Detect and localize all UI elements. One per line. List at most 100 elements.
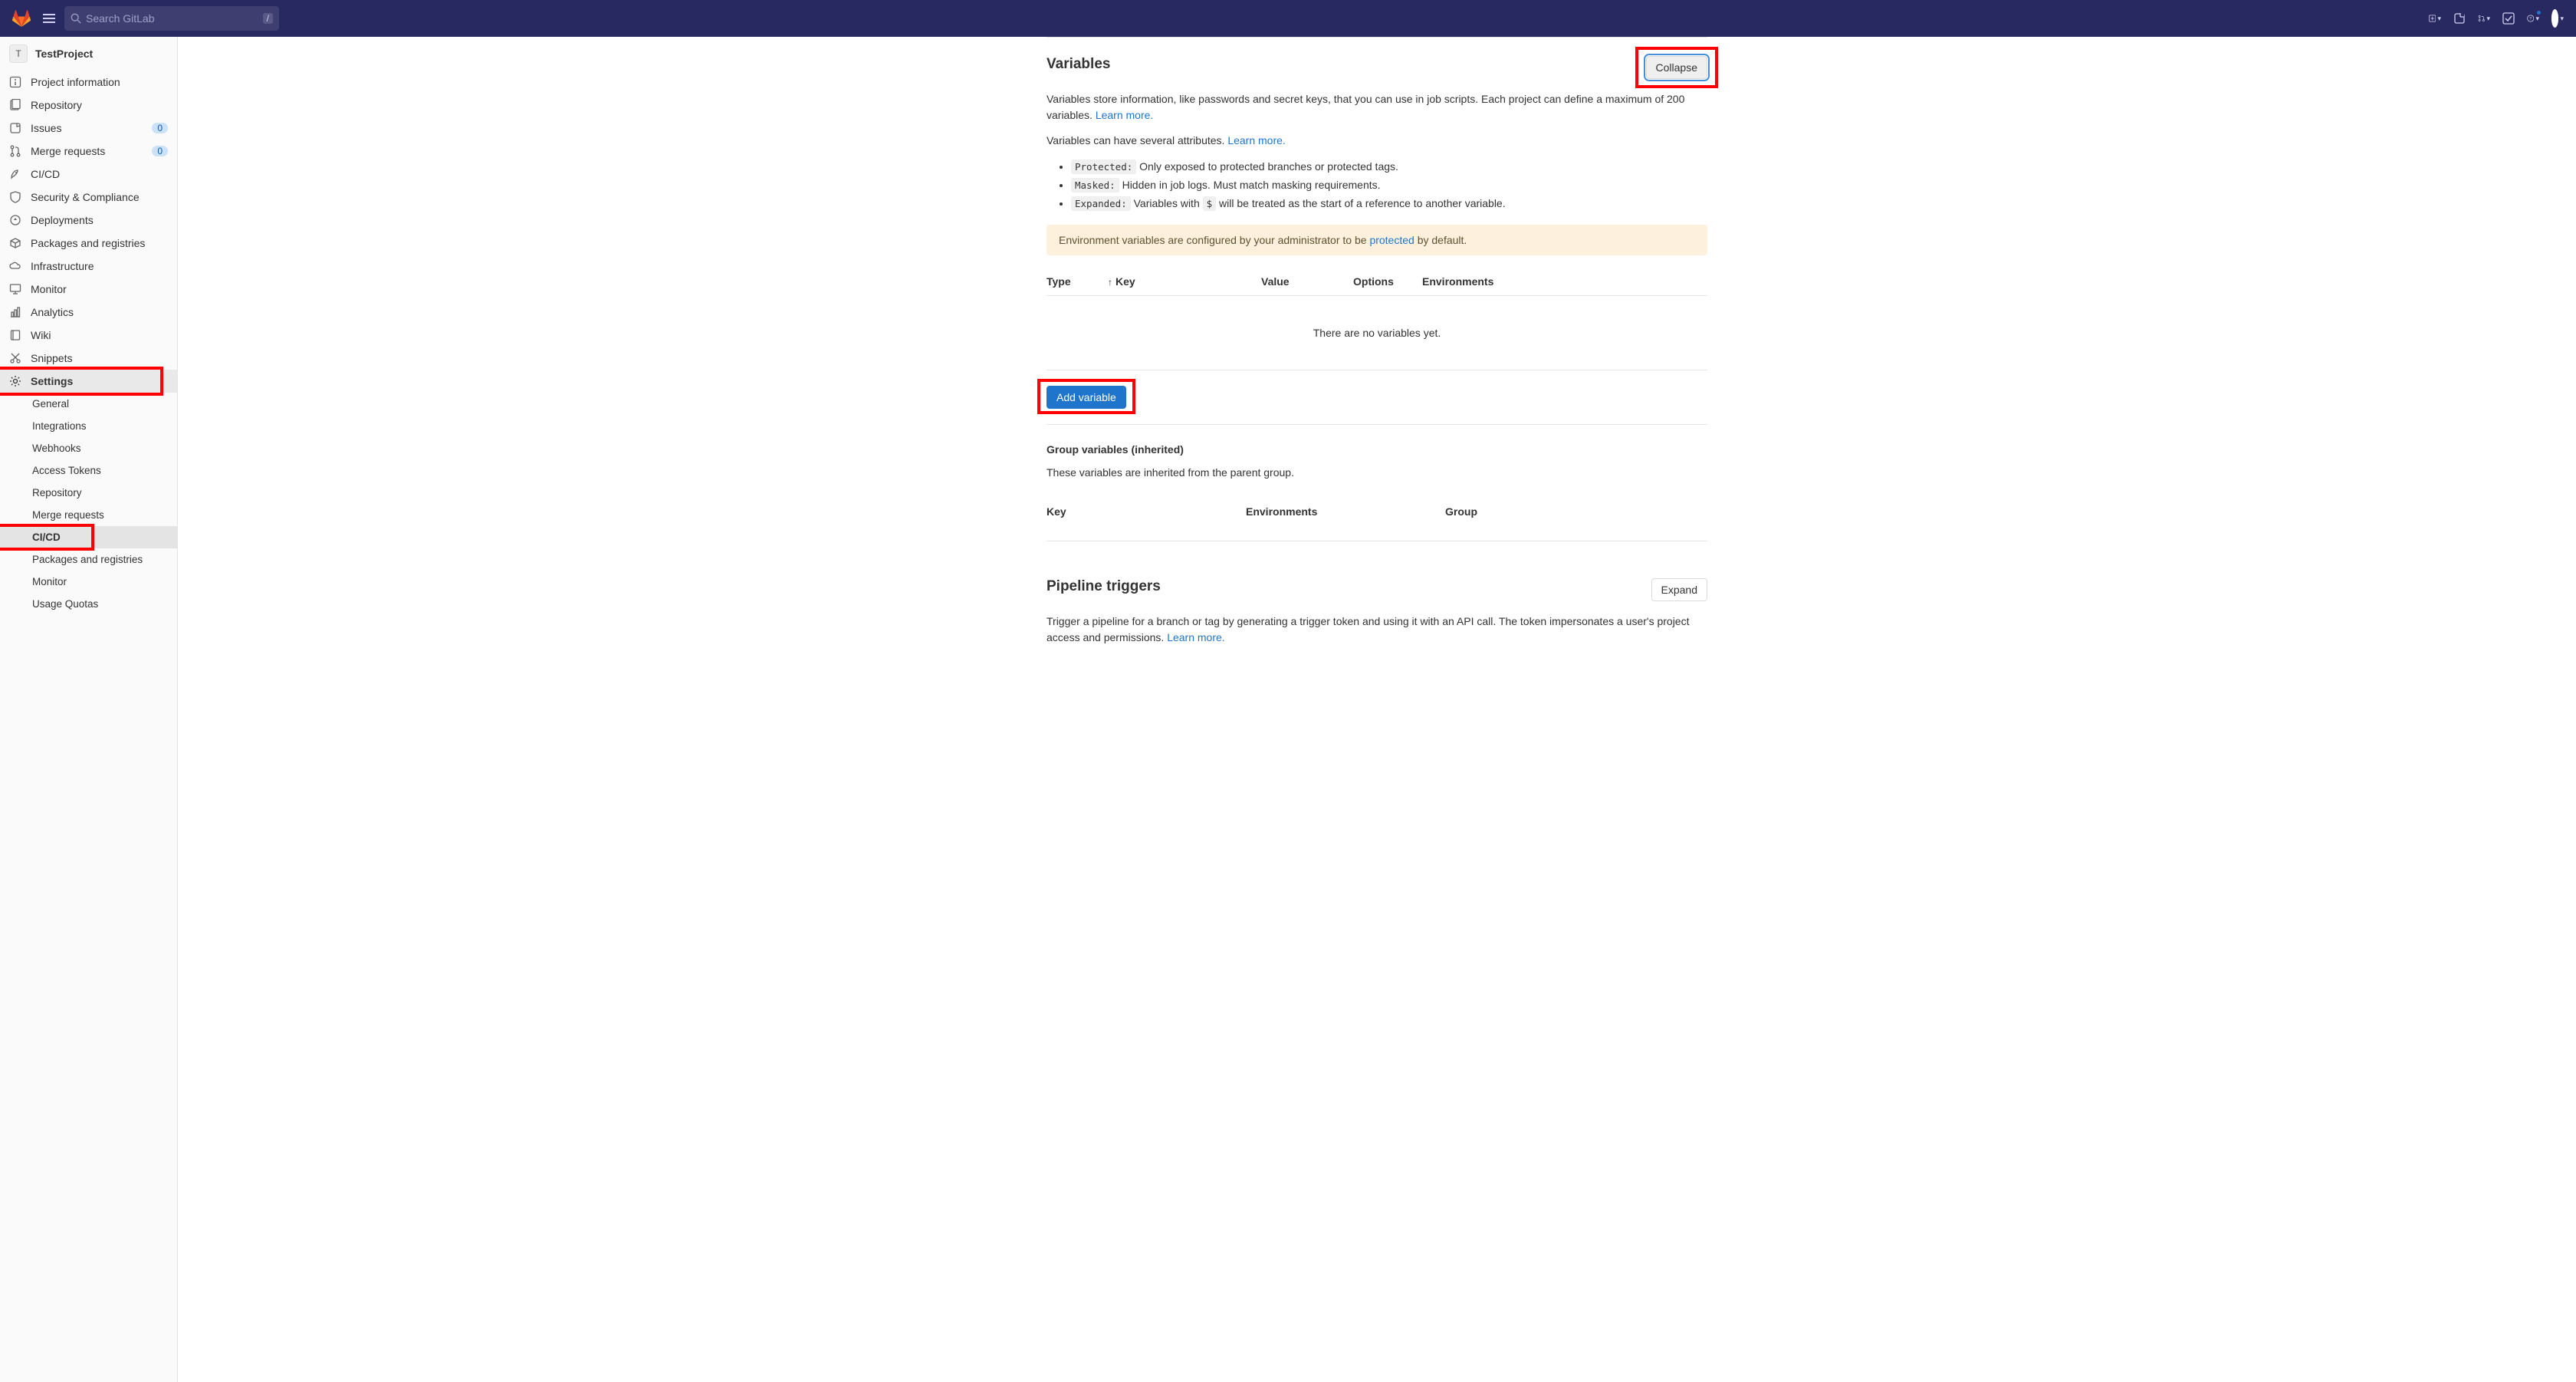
sidebar-item-label: CI/CD [31, 168, 60, 180]
gitlab-logo-icon[interactable] [12, 9, 31, 28]
learn-more-link[interactable]: Learn more. [1167, 631, 1224, 643]
sidebar-sub-webhooks[interactable]: Webhooks [0, 437, 177, 459]
sidebar-sub-integrations[interactable]: Integrations [0, 415, 177, 437]
sidebar-item-label: Usage Quotas [32, 598, 98, 610]
create-menu-icon[interactable]: ▾ [2429, 12, 2441, 25]
sidebar-item-label: Integrations [32, 420, 87, 432]
sidebar-item-security[interactable]: Security & Compliance [0, 186, 177, 209]
sidebar-item-label: Webhooks [32, 443, 81, 454]
sidebar-sub-cicd[interactable]: CI/CD [0, 526, 177, 548]
sidebar-item-label: Issues [31, 122, 61, 134]
sidebar-item-label: Merge requests [32, 509, 104, 521]
top-navbar: / ▾ ▾ ? ▾ ▾ [0, 0, 2576, 37]
monitor-icon [9, 283, 21, 295]
add-variable-button[interactable]: Add variable [1046, 386, 1126, 409]
gcol-environments: Environments [1246, 505, 1445, 518]
issues-count-badge: 0 [152, 123, 168, 133]
protected-link[interactable]: protected [1369, 234, 1414, 246]
sidebar-item-cicd[interactable]: CI/CD [0, 163, 177, 186]
pipeline-triggers-section: Pipeline triggers Expand Trigger a pipel… [1046, 560, 1707, 673]
sidebar-item-merge-requests[interactable]: Merge requests 0 [0, 140, 177, 163]
search-shortcut-key: / [263, 13, 273, 24]
sidebar-item-project-information[interactable]: Project information [0, 71, 177, 94]
expand-button[interactable]: Expand [1651, 578, 1707, 601]
gear-icon [9, 375, 21, 387]
attr-protected: Protected: Only exposed to protected bra… [1071, 158, 1707, 176]
hamburger-menu-icon[interactable] [37, 11, 52, 26]
sidebar-sub-access-tokens[interactable]: Access Tokens [0, 459, 177, 482]
cloud-icon [9, 260, 21, 272]
attr-expanded: Expanded: Variables with $ will be treat… [1071, 195, 1707, 213]
sidebar-item-packages[interactable]: Packages and registries [0, 232, 177, 255]
sidebar-item-monitor[interactable]: Monitor [0, 278, 177, 301]
sidebar-sub-packages[interactable]: Packages and registries [0, 548, 177, 571]
sidebar-item-label: Security & Compliance [31, 191, 140, 203]
variables-description: Variables store information, like passwo… [1046, 91, 1707, 123]
gcol-key: Key [1046, 505, 1246, 518]
sidebar-item-deployments[interactable]: Deployments [0, 209, 177, 232]
merge-requests-icon[interactable]: ▾ [2478, 12, 2490, 25]
col-key[interactable]: ↑Key [1108, 275, 1261, 288]
user-avatar[interactable]: ▾ [2551, 12, 2564, 25]
variables-attributes-description: Variables can have several attributes. L… [1046, 133, 1707, 149]
group-variables-header: Key Environments Group [1046, 490, 1707, 525]
sidebar-item-settings[interactable]: Settings [0, 370, 177, 393]
col-type[interactable]: Type [1046, 275, 1108, 288]
help-icon[interactable]: ? ▾ [2527, 12, 2539, 25]
sidebar-item-snippets[interactable]: Snippets [0, 347, 177, 370]
sidebar-item-label: General [32, 398, 69, 410]
rocket-icon [9, 168, 21, 180]
sidebar-item-label: Access Tokens [32, 465, 101, 476]
group-variables-section: Group variables (inherited) These variab… [1046, 425, 1707, 541]
sidebar-item-issues[interactable]: Issues 0 [0, 117, 177, 140]
col-options[interactable]: Options [1353, 275, 1422, 288]
sidebar-sub-monitor[interactable]: Monitor [0, 571, 177, 593]
sidebar-sub-general[interactable]: General [0, 393, 177, 415]
variables-table-header: Type ↑Key Value Options Environments [1046, 268, 1707, 296]
sidebar-item-repository[interactable]: Repository [0, 94, 177, 117]
sidebar-sub-merge-requests[interactable]: Merge requests [0, 504, 177, 526]
pipeline-triggers-description: Trigger a pipeline for a branch or tag b… [1046, 614, 1707, 646]
sidebar-item-label: Repository [31, 99, 82, 111]
project-header[interactable]: T TestProject [0, 37, 177, 71]
book-icon [9, 329, 21, 341]
sidebar-item-label: Monitor [31, 283, 67, 295]
variables-title: Variables [1046, 56, 1646, 73]
col-value[interactable]: Value [1261, 275, 1353, 288]
variables-section: Variables Collapse Variables store infor… [1046, 37, 1707, 560]
sidebar-item-label: Settings [31, 375, 73, 387]
sidebar-item-infrastructure[interactable]: Infrastructure [0, 255, 177, 278]
sidebar-item-label: Packages and registries [32, 554, 143, 565]
sidebar-item-label: Project information [31, 76, 120, 88]
mr-count-badge: 0 [152, 146, 168, 156]
sidebar-item-label: Repository [32, 487, 82, 499]
search-input[interactable] [86, 12, 263, 25]
sidebar-item-label: Wiki [31, 329, 51, 341]
deploy-icon [9, 214, 21, 226]
sidebar-item-label: Analytics [31, 306, 74, 318]
sidebar-sub-repository[interactable]: Repository [0, 482, 177, 504]
sidebar-item-wiki[interactable]: Wiki [0, 324, 177, 347]
todos-icon[interactable] [2502, 12, 2515, 25]
group-variables-title: Group variables (inherited) [1046, 443, 1707, 456]
variables-empty-state: There are no variables yet. [1046, 296, 1707, 370]
learn-more-link[interactable]: Learn more. [1227, 134, 1285, 146]
collapse-button[interactable]: Collapse [1646, 56, 1707, 79]
sidebar: T TestProject Project information Reposi… [0, 37, 178, 1382]
pipeline-triggers-title: Pipeline triggers [1046, 578, 1651, 595]
search-box[interactable]: / [64, 6, 279, 31]
attr-masked: Masked: Hidden in job logs. Must match m… [1071, 176, 1707, 195]
sidebar-item-label: Infrastructure [31, 260, 94, 272]
sidebar-item-analytics[interactable]: Analytics [0, 301, 177, 324]
shield-icon [9, 191, 21, 203]
admin-protected-alert: Environment variables are configured by … [1046, 225, 1707, 255]
sidebar-sub-usage-quotas[interactable]: Usage Quotas [0, 593, 177, 615]
issues-icon[interactable] [2453, 12, 2466, 25]
merge-request-icon [9, 145, 21, 157]
project-name: TestProject [35, 48, 93, 60]
search-icon [71, 13, 81, 24]
learn-more-link[interactable]: Learn more. [1096, 109, 1153, 121]
gcol-group: Group [1445, 505, 1707, 518]
col-environments[interactable]: Environments [1422, 275, 1707, 288]
svg-text:?: ? [2529, 17, 2532, 21]
